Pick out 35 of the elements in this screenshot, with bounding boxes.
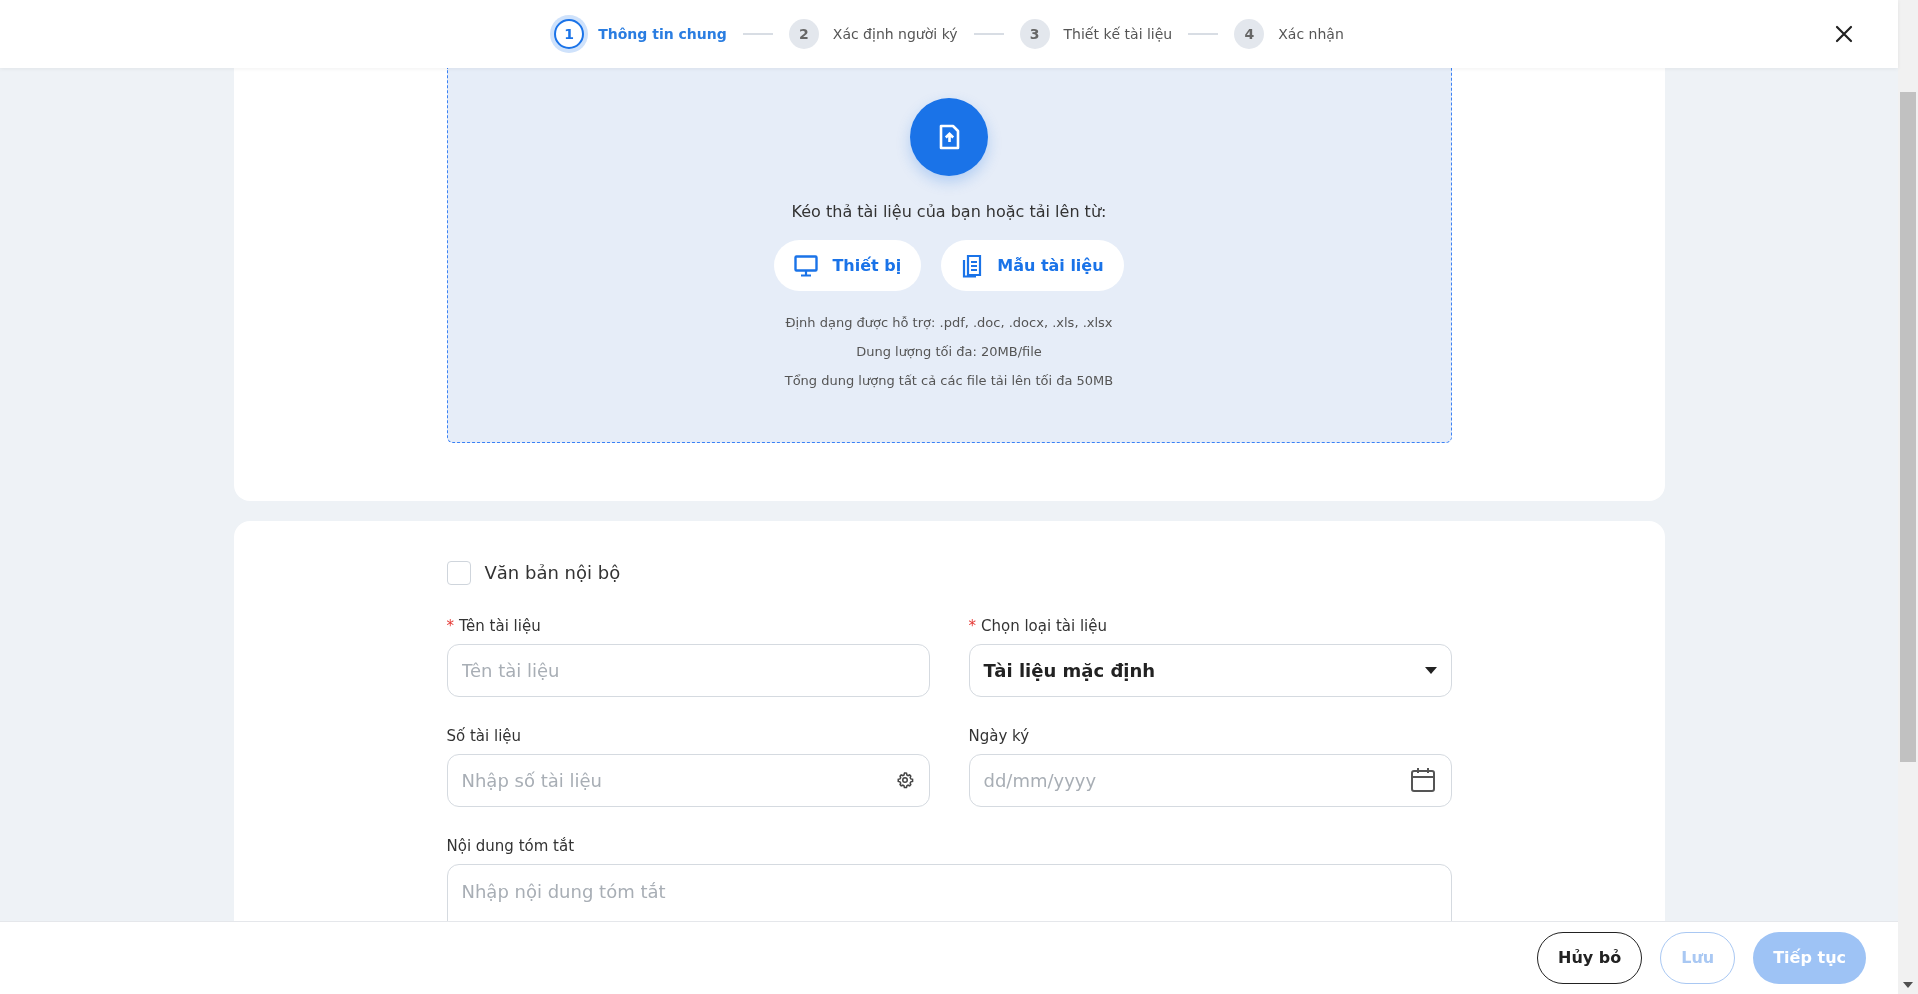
field-label: Chọn loại tài liệu (981, 616, 1107, 636)
step-tab[interactable]: 2 Xác định người ký (788, 19, 958, 49)
caret-icon (1424, 666, 1437, 675)
calendar-icon[interactable] (1409, 767, 1436, 793)
scroll-down-icon[interactable] (1903, 982, 1913, 988)
scrollbar-thumb[interactable] (1900, 92, 1916, 762)
input-field[interactable]: Tên tài liệu (446, 644, 930, 697)
template-button[interactable]: Mẫu tài liệu (941, 240, 1124, 291)
field-label: Số tài liệu (446, 726, 522, 746)
step-tab[interactable]: 1 Thông tin chung (554, 19, 727, 49)
input-field[interactable]: Nhập số tài liệu (446, 754, 930, 807)
upload-file-icon (910, 98, 988, 176)
step-tab[interactable]: 3 Thiết kế tài liệu (1019, 19, 1173, 49)
monitor-icon (794, 254, 819, 277)
required-mark: * (968, 616, 976, 636)
upload-prompt: Kéo thả tài liệu của bạn hoặc tải lên từ: (791, 201, 1107, 223)
step-tab[interactable]: 4 Xác nhận (1234, 19, 1344, 49)
field-label: Nội dung tóm tắt (446, 836, 575, 856)
upload-note: Dung lượng tối đa: 20MB/file (856, 343, 1042, 361)
required-mark: * (446, 616, 454, 636)
settings-icon[interactable] (895, 771, 914, 789)
field-label: Ngày ký (968, 726, 1030, 746)
document-icon (961, 253, 984, 278)
upload-note: Tổng dung lượng tất cả các file tải lên tối đa 50MB (784, 372, 1114, 390)
scrollbar[interactable] (1898, 0, 1918, 994)
device-upload-button[interactable]: Thiết bị (774, 240, 922, 291)
select-field[interactable]: Tài liệu mặc định (968, 644, 1452, 697)
checkbox-label: Văn bản nội bộ (484, 561, 621, 585)
cancel-button[interactable]: Hủy bỏ (1537, 932, 1643, 984)
checkbox[interactable] (446, 560, 471, 585)
field-label: Tên tài liệu (459, 616, 541, 636)
date-field[interactable]: dd/mm/yyyy (968, 754, 1452, 807)
text-area[interactable]: Nhập nội dung tóm tắt (446, 864, 1452, 921)
drop-zone[interactable]: Kéo thả tài liệu của bạn hoặc tải lên từ: Thiết bị Mẫu tài liệu Định dạng được hỗ trợ: .pdf, .doc, .docx, .xls, .xlsx Dung lượng tối đa: 20MB/file Tổng dung lượng tất cả các file tải lên tối đa 50MB (446, 68, 1452, 443)
upload-note: Định dạng được hỗ trợ: .pdf, .doc, .docx, .xls, .xlsx (785, 314, 1113, 332)
